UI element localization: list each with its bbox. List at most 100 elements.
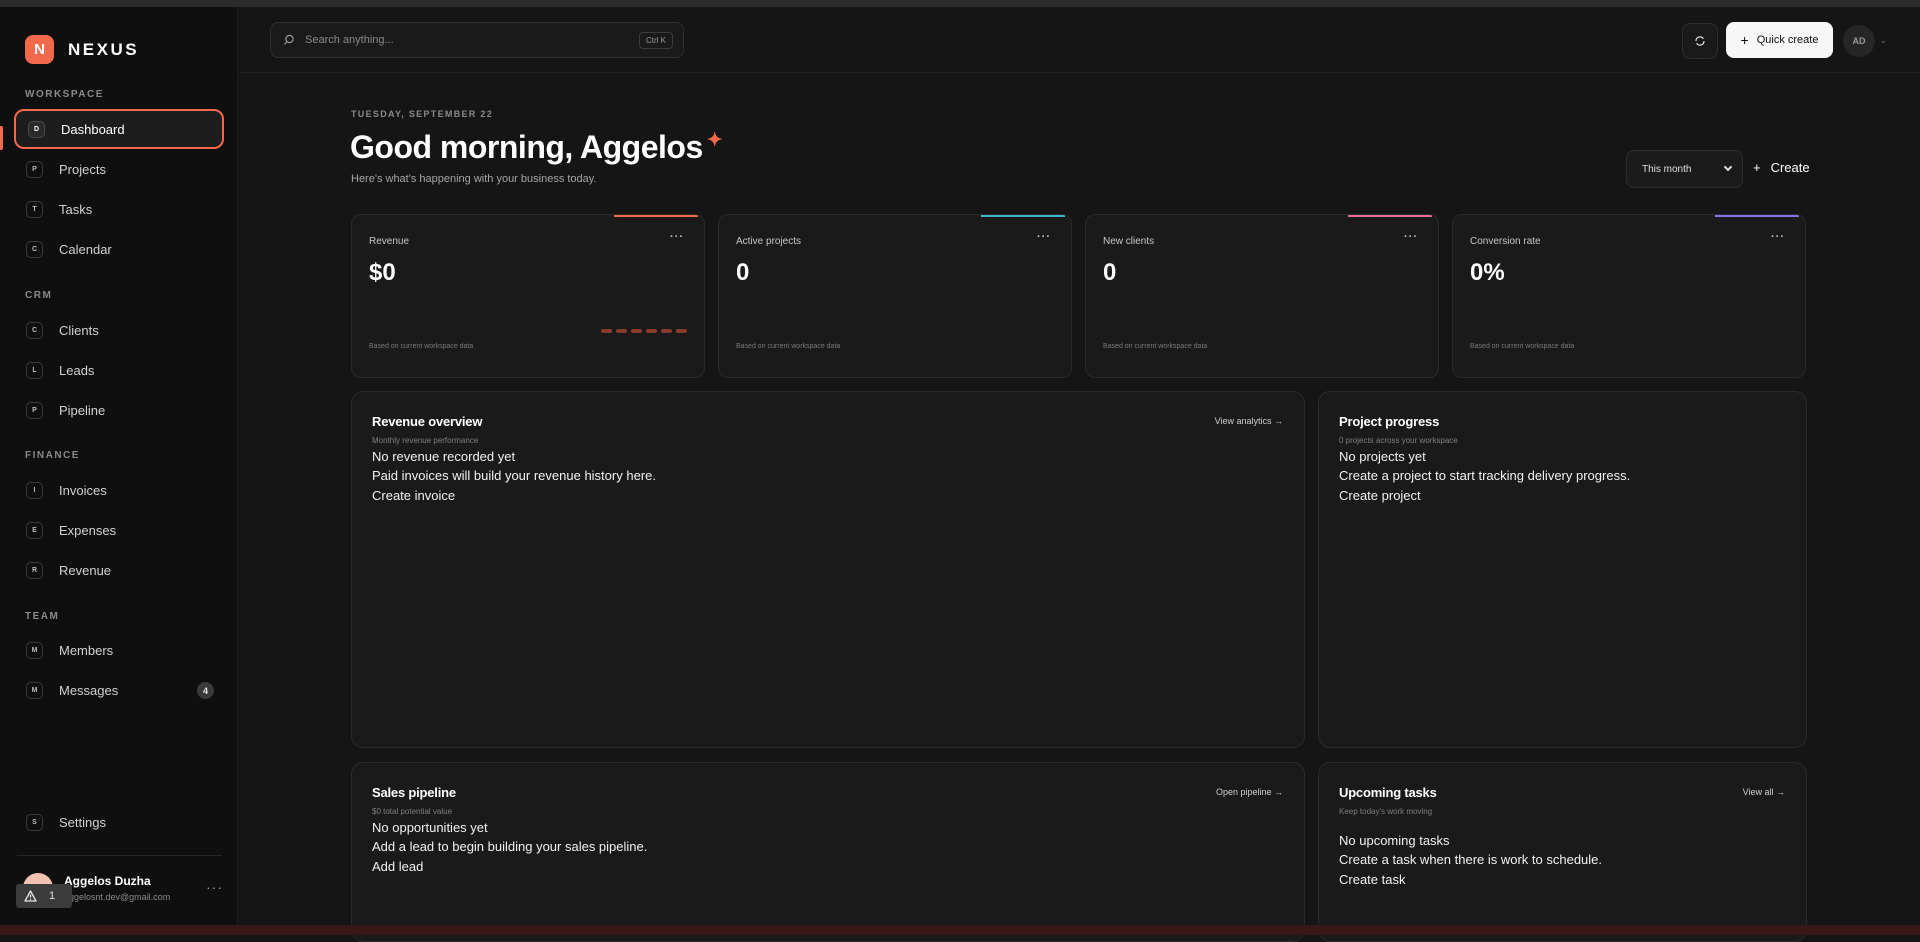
add-lead-button[interactable]: Add lead [372,857,423,877]
sidebar-item-label: Clients [59,322,99,338]
search-icon [284,34,294,45]
expenses-icon: E [26,521,43,539]
stat-footnote: Based on current workspace data [736,343,841,350]
user-menu-button[interactable]: ··· [206,879,223,895]
sparkline-bar [646,329,657,333]
upcoming-tasks-panel: Upcoming tasks View all → Keep today's w… [1318,762,1807,942]
sidebar-item-revenue[interactable]: R Revenue [14,550,224,590]
stat-card-conversion-rate: Conversion rate ··· 0% Based on current … [1452,214,1806,378]
section-label-finance: FINANCE [25,450,80,461]
period-select-value: This month [1642,163,1692,175]
settings-icon: S [26,813,43,831]
section-label-crm: CRM [25,290,53,301]
user-email: aggelosnt.dev@gmail.com [64,892,171,902]
page-subtitle: Here's what's happening with your busine… [351,173,597,185]
active-indicator [0,126,3,150]
revenue-overview-panel: Revenue overview View analytics → Monthl… [351,391,1305,748]
sidebar-item-label: Messages [59,682,119,698]
panel-title: Upcoming tasks [1339,785,1437,800]
clients-icon: C [26,321,43,339]
panel-title: Project progress [1339,414,1440,429]
stat-accent [1715,215,1799,217]
empty-state-title: No opportunities yet [372,820,488,835]
issues-count: 1 [49,890,56,902]
tasks-icon: T [26,200,43,218]
stat-footnote: Based on current workspace data [1470,343,1575,350]
sidebar-item-label: Projects [59,161,106,177]
sidebar-item-label: Members [59,642,114,658]
create-invoice-button[interactable]: Create invoice [372,486,455,506]
sidebar-item-members[interactable]: M Members [14,630,224,670]
sidebar-item-label: Pipeline [59,402,106,418]
create-button[interactable]: + Create [1753,160,1810,175]
panel-title: Sales pipeline [372,785,456,800]
sidebar-item-dashboard[interactable]: D Dashboard [14,109,224,149]
stat-accent [1348,215,1432,217]
panel-title: Revenue overview [372,414,483,429]
sidebar-item-label: Revenue [59,562,112,578]
sidebar-item-invoices[interactable]: I Invoices [14,470,224,510]
search-input[interactable]: Search anything... Ctrl K [270,22,684,58]
search-placeholder: Search anything... [305,34,394,46]
issues-alert[interactable]: 1 [16,884,72,908]
stat-card-active-projects: Active projects ··· 0 Based on current w… [718,214,1072,378]
create-project-button[interactable]: Create project [1339,486,1421,506]
window-bottom-strip [0,925,1920,935]
sidebar-item-label: Settings [59,814,106,830]
brand[interactable]: N NEXUS [25,35,139,64]
create-task-button[interactable]: Create task [1339,870,1405,890]
sidebar-item-leads[interactable]: L Leads [14,350,224,390]
warning-icon [24,890,37,902]
greeting-text: Good morning, Aggelos [350,129,703,165]
view-analytics-link[interactable]: View analytics → [1215,416,1283,426]
quick-create-button[interactable]: + Quick create [1726,22,1833,58]
sparkline-bar [631,329,642,333]
more-icon[interactable]: ··· [1404,231,1418,243]
empty-state-text: Paid invoices will build your revenue hi… [372,468,656,483]
stat-value: 0% [1470,259,1505,286]
period-select[interactable]: This month [1626,150,1743,188]
sparkline [601,329,687,333]
avatar[interactable]: AD [1843,25,1875,57]
plus-icon: + [1740,32,1749,48]
window-top-strip [0,0,1920,7]
panel-subtitle: $0 total potential value [372,807,453,816]
panel-subtitle: 0 projects across your workspace [1339,436,1458,445]
more-icon[interactable]: ··· [670,231,684,243]
sidebar-item-calendar[interactable]: C Calendar [14,229,224,269]
more-icon[interactable]: ··· [1771,231,1785,243]
stat-value: 0 [736,259,750,286]
stat-label: Active projects [736,236,802,247]
section-label-workspace: WORKSPACE [25,89,104,100]
sparkle-icon: ✦ [706,130,723,151]
chevron-down-icon [1723,162,1733,172]
sparkline-bar [661,329,672,333]
more-icon[interactable]: ··· [1037,231,1051,243]
refresh-button[interactable] [1682,23,1718,59]
view-all-link[interactable]: View all → [1743,787,1785,797]
sidebar-item-pipeline[interactable]: P Pipeline [14,390,224,430]
empty-state-text: Add a lead to begin building your sales … [372,839,648,854]
brand-logo: N [25,35,54,64]
sidebar-item-settings[interactable]: S Settings [14,802,224,842]
stat-value: $0 [369,259,396,286]
sidebar-item-projects[interactable]: P Projects [14,149,224,189]
stat-label: New clients [1103,236,1155,247]
unread-count-badge: 4 [197,682,214,699]
chevron-down-icon[interactable]: ⌄ [1880,36,1887,45]
stat-accent [614,215,698,217]
sidebar-item-messages[interactable]: M Messages 4 [14,670,224,710]
sidebar-item-clients[interactable]: C Clients [14,310,224,350]
calendar-icon: C [26,240,43,258]
revenue-icon: R [26,561,43,579]
sidebar-item-label: Calendar [59,241,112,257]
open-pipeline-link[interactable]: Open pipeline → [1216,787,1283,797]
sidebar-item-expenses[interactable]: E Expenses [14,510,224,550]
invoices-icon: I [26,481,43,499]
leads-icon: L [26,361,43,379]
sidebar-item-tasks[interactable]: T Tasks [14,189,224,229]
quick-create-label: Quick create [1756,34,1819,46]
top-header: Search anything... Ctrl K + Quick create… [239,7,1920,73]
user-name: Aggelos Duzha [64,874,151,888]
sparkline-bar [601,329,612,333]
